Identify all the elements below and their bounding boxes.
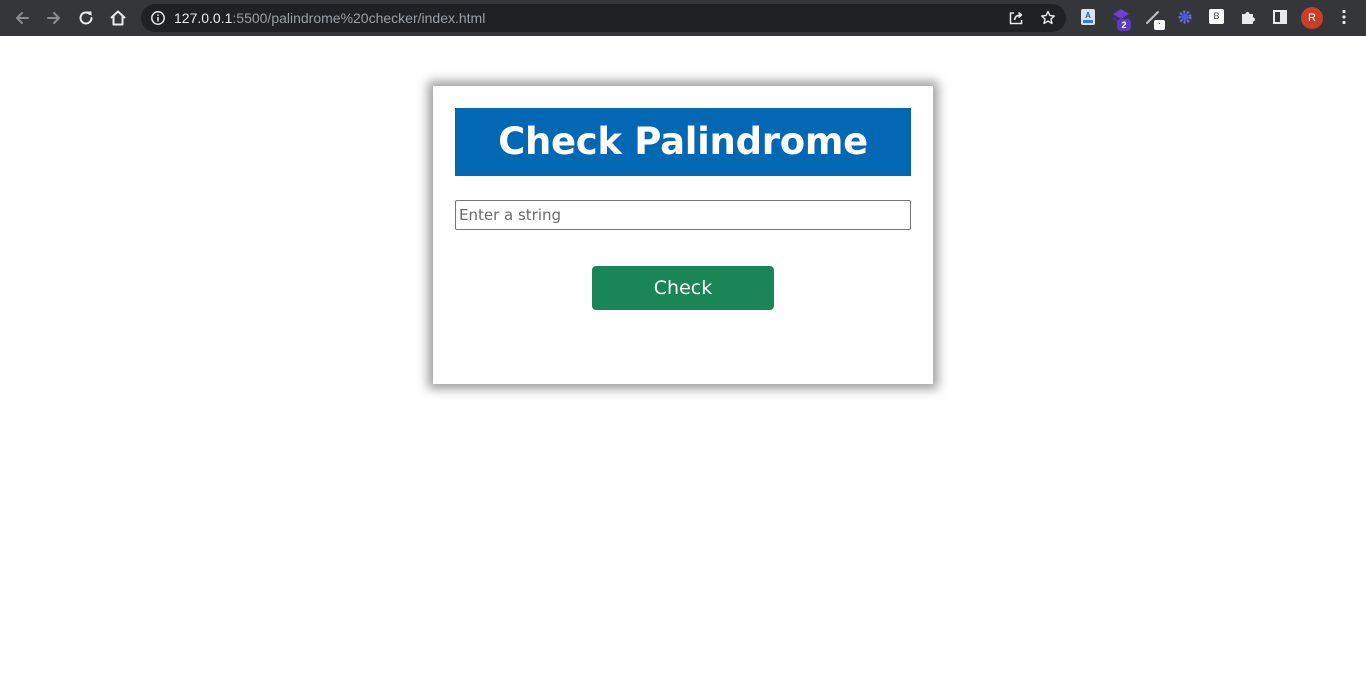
profile-avatar[interactable]: R bbox=[1301, 7, 1323, 29]
back-button[interactable] bbox=[9, 5, 35, 31]
star-icon[interactable] bbox=[1040, 10, 1056, 26]
url-text: 127.0.0.1:5500/palindrome%20checker/inde… bbox=[174, 4, 485, 32]
url-host: 127.0.0.1 bbox=[174, 10, 233, 26]
gear-extension-icon[interactable] bbox=[1175, 7, 1195, 27]
page-title: Check Palindrome bbox=[455, 108, 911, 176]
forward-button[interactable] bbox=[41, 5, 67, 31]
home-button[interactable] bbox=[105, 5, 131, 31]
reload-icon bbox=[79, 11, 93, 25]
extension-badge-count: 2 bbox=[1117, 19, 1131, 31]
reload-button[interactable] bbox=[73, 5, 99, 31]
translate-extension-icon[interactable]: A bbox=[1078, 7, 1098, 27]
home-icon bbox=[110, 10, 126, 26]
address-bar[interactable]: 127.0.0.1:5500/palindrome%20checker/inde… bbox=[141, 4, 1066, 32]
puzzle-icon[interactable] bbox=[1238, 7, 1258, 27]
string-input[interactable] bbox=[455, 200, 911, 230]
b-extension-icon[interactable]: B bbox=[1209, 9, 1224, 24]
share-icon[interactable] bbox=[1008, 10, 1024, 26]
svg-text:A: A bbox=[1085, 11, 1091, 20]
side-panel-icon[interactable] bbox=[1270, 7, 1290, 27]
arrow-right-icon bbox=[47, 12, 60, 24]
url-path: :5500/palindrome%20checker/index.html bbox=[232, 10, 486, 26]
palindrome-card: Check Palindrome Check bbox=[433, 86, 933, 384]
browser-toolbar: 127.0.0.1:5500/palindrome%20checker/inde… bbox=[0, 0, 1366, 36]
check-button[interactable]: Check bbox=[592, 266, 774, 310]
extension-badge-small: · bbox=[1154, 20, 1165, 30]
kebab-menu-icon[interactable] bbox=[1334, 7, 1354, 27]
arrow-left-icon bbox=[16, 12, 29, 24]
info-icon[interactable] bbox=[150, 10, 166, 30]
